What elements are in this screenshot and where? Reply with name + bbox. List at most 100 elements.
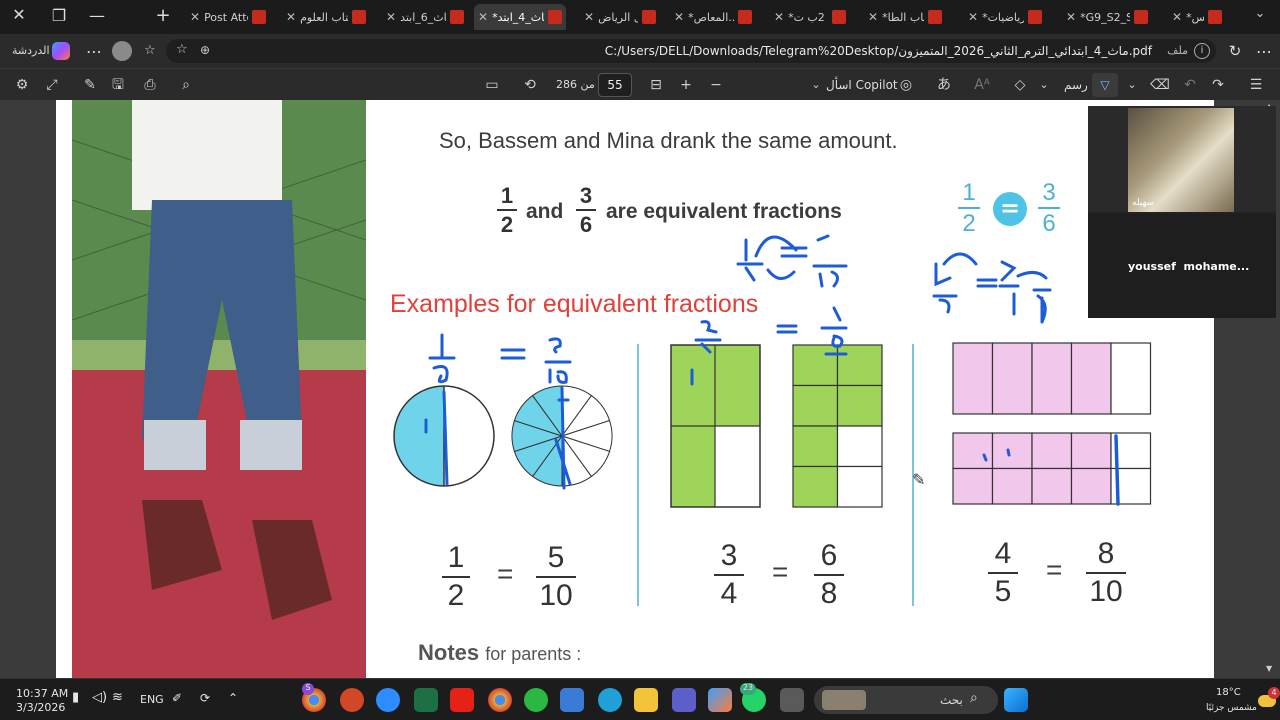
- youtube-app-icon[interactable]: [450, 688, 474, 712]
- copilot-pdf-icon[interactable]: ◎: [896, 75, 916, 95]
- zoom-out-icon[interactable]: −: [706, 75, 726, 95]
- tab-close-icon[interactable]: ✕: [674, 10, 684, 24]
- chrome-app-icon[interactable]: [488, 688, 512, 712]
- tab-close-icon[interactable]: ✕: [190, 10, 200, 24]
- copilot-chevron-icon[interactable]: ⌄: [806, 75, 826, 95]
- highlight-icon[interactable]: ⌫: [1150, 75, 1170, 95]
- more-menu-icon[interactable]: ⋯: [1254, 42, 1274, 61]
- zoom-app-icon[interactable]: [376, 688, 400, 712]
- weather-widget[interactable]: 4 18°C مشمس جزئيًا: [1206, 685, 1280, 715]
- window-restore-button[interactable]: ❐: [48, 6, 70, 28]
- tab-close-icon[interactable]: ✕: [868, 10, 878, 24]
- browser-tab[interactable]: ✕ كتاب العلوم: [282, 4, 370, 30]
- excel-app-icon[interactable]: [414, 688, 438, 712]
- pdf-file-icon: [642, 10, 656, 24]
- profile-avatar[interactable]: [112, 41, 132, 61]
- start-windows-icon[interactable]: [1004, 688, 1028, 712]
- fit-page-icon[interactable]: ⊟: [646, 75, 666, 95]
- browser-tab[interactable]: ✕ *رياضيات-: [964, 4, 1046, 30]
- whatsapp-badge: 23: [740, 683, 756, 695]
- collections-icon[interactable]: ☆: [144, 43, 156, 58]
- tab-close-icon[interactable]: ✕: [386, 10, 396, 24]
- tab-close-icon[interactable]: ✕: [968, 10, 978, 24]
- chat-label[interactable]: الدردشة: [12, 44, 50, 57]
- scroll-down-icon[interactable]: ▼: [1266, 664, 1272, 673]
- zoom-icon[interactable]: ⊕: [200, 43, 210, 57]
- save-icon[interactable]: 🖫: [108, 75, 128, 95]
- task-view-icon[interactable]: [780, 688, 804, 712]
- store-app-icon[interactable]: [560, 688, 584, 712]
- wifi-icon[interactable]: ≋: [112, 690, 123, 705]
- copilot-app-icon[interactable]: [708, 688, 732, 712]
- tray-app-icon[interactable]: ⟳: [200, 691, 210, 705]
- page-number-input[interactable]: 55: [598, 73, 632, 97]
- ask-copilot-label[interactable]: اسأل Copilot: [826, 78, 898, 92]
- browser-tab[interactable]: ✕ *ماث 2ب ت: [770, 4, 850, 30]
- browser-tab[interactable]: ✕ حل الرياض: [580, 4, 660, 30]
- powerpoint-app-icon[interactable]: [340, 688, 364, 712]
- tray-chevron-icon[interactable]: ⌃: [228, 691, 238, 705]
- clock-time[interactable]: 10:37 AM: [16, 687, 68, 700]
- participant-tile-2[interactable]: youssef mohame...: [1088, 214, 1276, 318]
- contents-icon[interactable]: ☰: [1246, 75, 1266, 95]
- copilot-icon[interactable]: [52, 42, 70, 60]
- pdf-file-icon: [548, 10, 562, 24]
- browser-tab[interactable]: ✕ *علوم تاس: [1168, 4, 1226, 30]
- eraser-icon[interactable]: ◇: [1010, 75, 1030, 95]
- browser-tab[interactable]: ✕ *ماث_4_ابتد: [474, 4, 566, 30]
- draw-label[interactable]: رسم: [1064, 78, 1088, 92]
- rotate-icon[interactable]: ⟲: [520, 75, 540, 95]
- save-as-icon[interactable]: ✎: [80, 75, 100, 95]
- tab-close-icon[interactable]: ✕: [774, 10, 784, 24]
- tab-close-icon[interactable]: ✕: [1172, 10, 1182, 24]
- browser-tab[interactable]: ✕ Post Atten: [186, 4, 270, 30]
- tab-label: *ماث_4_ابتد: [492, 10, 544, 24]
- battery-icon[interactable]: ▮: [72, 690, 79, 705]
- tab-label: Post Atten: [204, 10, 248, 24]
- tab-label: ماث_6_ابتد: [400, 10, 446, 24]
- tab-label: *ماث 2ب ت: [788, 10, 828, 24]
- browser-tab[interactable]: ✕ *كتاب الطا: [864, 4, 946, 30]
- tab-close-icon[interactable]: ✕: [286, 10, 296, 24]
- file-explorer-icon[interactable]: [634, 688, 658, 712]
- zoom-in-icon[interactable]: +: [676, 75, 696, 95]
- settings-gear-icon[interactable]: ⚙: [12, 75, 32, 95]
- draw-chevron-icon[interactable]: ⌄: [1122, 75, 1142, 95]
- address-bar[interactable]: i ملف C:/Users/DELL/Downloads/Telegram%2…: [166, 39, 1216, 63]
- teams-app-icon[interactable]: [672, 688, 696, 712]
- browser-tab[interactable]: ✕ *المعاص...: [670, 4, 756, 30]
- print-icon[interactable]: ⎙: [140, 75, 160, 95]
- tray-pen-icon[interactable]: ✐: [172, 691, 182, 705]
- browser-tab[interactable]: ✕ ماث_6_ابتد: [382, 4, 468, 30]
- fullscreen-icon[interactable]: ⤢: [42, 75, 62, 95]
- volume-icon[interactable]: ◁): [92, 690, 107, 705]
- video-call-panel[interactable]: سهيله youssef mohame...: [1088, 106, 1276, 318]
- draw-options-chevron-icon[interactable]: ⌄: [1034, 75, 1054, 95]
- whatsapp-web-icon[interactable]: [524, 688, 548, 712]
- taskbar: 4 18°C مشمس جزئيًا بحث ⌕ 23 S ⌃ ⟳ ✐ ENG …: [0, 678, 1280, 720]
- more-icon[interactable]: ⋯: [86, 42, 102, 61]
- new-tab-button[interactable]: +: [152, 6, 174, 28]
- tab-close-icon[interactable]: ✕: [584, 10, 594, 24]
- page-view-icon[interactable]: ▭: [482, 75, 502, 95]
- search-icon[interactable]: ⌕: [176, 75, 196, 95]
- window-close-button[interactable]: ✕: [8, 5, 30, 27]
- clock-date[interactable]: 3/3/2026: [16, 701, 65, 714]
- info-icon[interactable]: i: [1194, 43, 1210, 59]
- draw-pen-button[interactable]: ▽: [1092, 73, 1118, 97]
- undo-icon[interactable]: ↶: [1180, 75, 1200, 95]
- reload-icon[interactable]: ↻: [1226, 42, 1244, 60]
- tab-list-chevron-icon[interactable]: ⌄: [1248, 6, 1272, 28]
- read-aloud-icon[interactable]: Aᴬ: [972, 75, 992, 95]
- translate-icon[interactable]: あ: [934, 75, 954, 95]
- participant-tile-1[interactable]: سهيله: [1088, 106, 1276, 212]
- browser-tab[interactable]: ✕ *G9_S2_SB: [1062, 4, 1152, 30]
- window-minimize-button[interactable]: —: [86, 6, 108, 28]
- tab-close-icon[interactable]: ✕: [478, 10, 488, 24]
- edge-app-icon[interactable]: [598, 688, 622, 712]
- favorite-star-icon[interactable]: ☆: [176, 42, 188, 57]
- tab-close-icon[interactable]: ✕: [1066, 10, 1076, 24]
- taskbar-search-box[interactable]: بحث ⌕: [814, 686, 998, 714]
- language-indicator[interactable]: ENG: [140, 693, 164, 706]
- redo-icon[interactable]: ↷: [1208, 75, 1228, 95]
